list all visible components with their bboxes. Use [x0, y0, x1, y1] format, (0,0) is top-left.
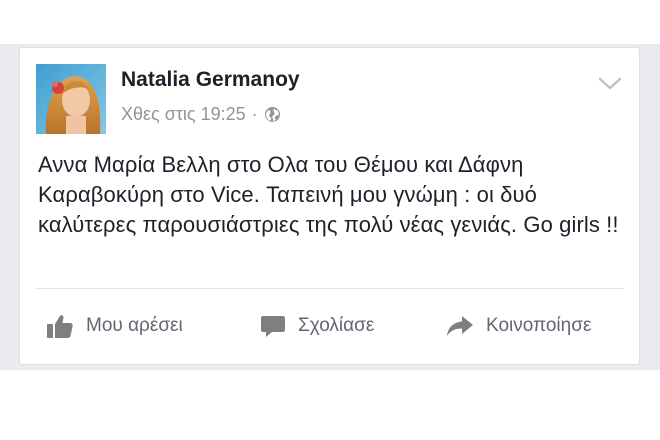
globe-icon[interactable]: [264, 106, 281, 123]
share-button[interactable]: Κοινοποίησε: [446, 306, 591, 346]
meta-separator: ·: [251, 104, 258, 124]
avatar-image: [36, 64, 106, 134]
post-text: Αννα Μαρία Βελλη στο Ολα του Θέμου και Δ…: [38, 152, 619, 237]
author-name[interactable]: Natalia Germanoy: [121, 68, 300, 92]
post-timestamp[interactable]: Χθες στις 19:25: [121, 104, 246, 125]
like-label: Μου αρέσει: [86, 315, 183, 336]
post-card: Natalia Germanoy Χθες στις 19:25 · Αννα …: [19, 47, 640, 365]
share-arrow-icon: [447, 316, 473, 336]
divider: [35, 288, 624, 289]
like-button[interactable]: Μου αρέσει: [46, 306, 183, 346]
comment-button[interactable]: Σχολίασε: [260, 306, 374, 346]
post-meta: Χθες στις 19:25 ·: [121, 104, 281, 125]
action-bar: Μου αρέσει Σχολίασε Κοινοποίησε: [20, 306, 639, 346]
comment-label: Σχολίασε: [298, 315, 375, 336]
chevron-down-icon[interactable]: [597, 76, 623, 92]
thumbs-up-icon: [47, 315, 73, 338]
comment-icon: [261, 316, 285, 337]
avatar[interactable]: [36, 64, 106, 134]
share-label: Κοινοποίησε: [486, 315, 592, 336]
